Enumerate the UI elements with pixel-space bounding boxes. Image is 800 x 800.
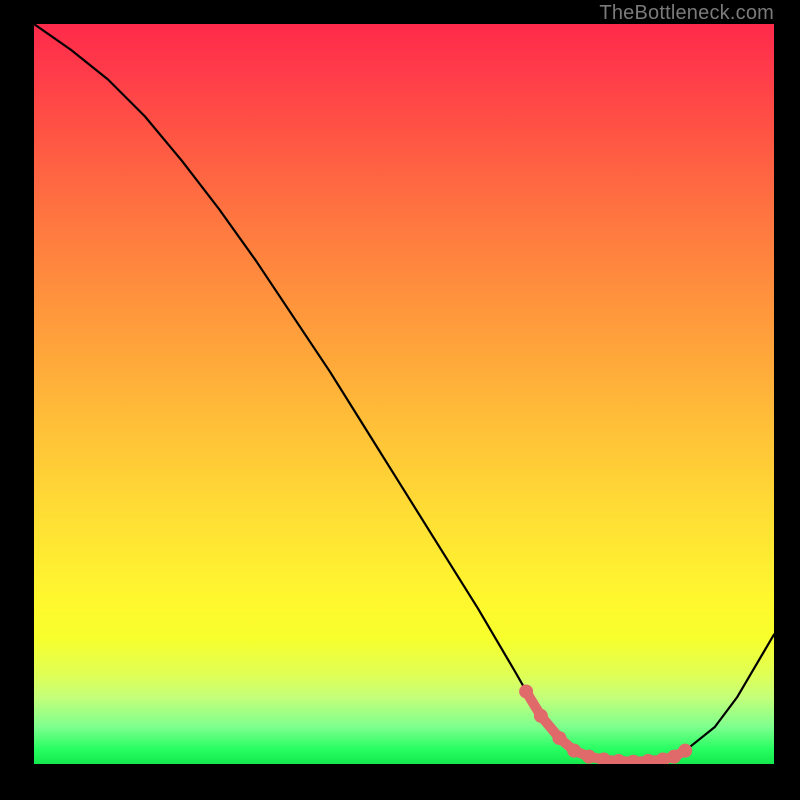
optimal-zone-dot [582,750,596,764]
optimal-zone-dot [678,744,692,758]
chart-container: TheBottleneck.com [0,0,800,800]
attribution-text: TheBottleneck.com [599,2,774,25]
optimal-zone-dot [552,731,566,745]
optimal-zone-stroke [526,691,685,761]
bottleneck-curve [34,24,774,762]
optimal-zone-dot [656,753,670,764]
optimal-zone-dot [597,753,611,764]
optimal-zone-dot [567,744,581,758]
optimal-zone-dot [612,754,626,764]
optimal-zone-dot [534,709,548,723]
chart-overlay [34,24,774,764]
optimal-zone-dot [667,750,681,764]
optimal-zone-dot [626,755,640,764]
plot-area [34,24,774,764]
optimal-zone-dot [519,684,533,698]
optimal-zone-markers [519,684,692,764]
optimal-zone-dot [641,754,655,764]
